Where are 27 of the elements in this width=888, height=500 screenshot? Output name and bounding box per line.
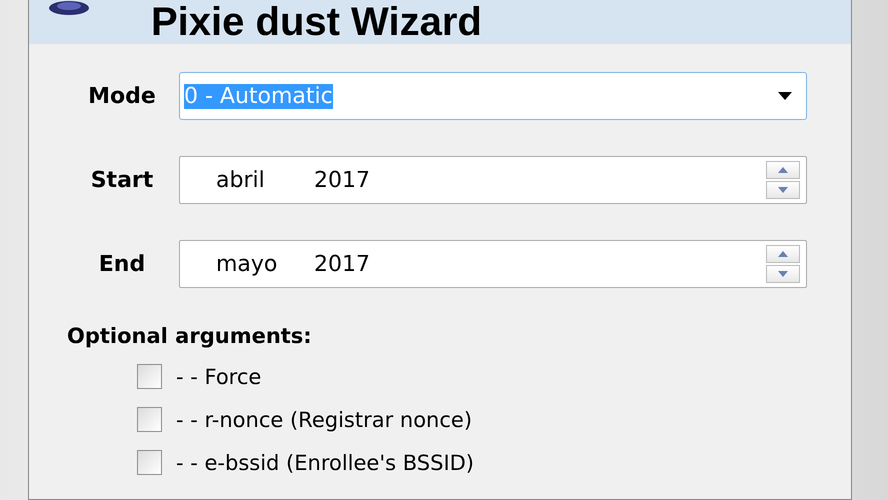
section-heading: Optional arguments: xyxy=(67,324,313,348)
date-spinner[interactable]: abril 2017 xyxy=(179,156,807,204)
dropdown-value: 0 - Automatic xyxy=(184,84,333,108)
month-value: mayo xyxy=(216,252,278,276)
year-value: 2017 xyxy=(314,168,371,192)
checkbox[interactable] xyxy=(137,450,162,475)
up-arrow-icon xyxy=(778,251,788,257)
checkbox-label: - - Force xyxy=(176,364,262,388)
spin-up-button[interactable] xyxy=(766,245,800,263)
spin-down-button[interactable] xyxy=(766,265,800,283)
field-label: End xyxy=(98,252,146,276)
field-label: Start xyxy=(90,168,154,192)
spin-up-button[interactable] xyxy=(766,161,800,179)
caret-icon xyxy=(778,92,792,100)
date-spinner[interactable]: mayo 2017 xyxy=(179,240,807,288)
down-arrow-icon xyxy=(778,271,788,277)
checkbox[interactable] xyxy=(137,364,162,389)
checkbox-label: - - r-nonce (Registrar nonce) xyxy=(176,408,472,432)
checkbox[interactable] xyxy=(137,407,162,432)
down-arrow-icon xyxy=(778,187,788,193)
checkbox-label: - - e-bssid (Enrollee's BSSID) xyxy=(176,450,474,474)
spin-down-button[interactable] xyxy=(766,181,800,199)
field-label: Mode xyxy=(87,84,157,108)
month-value: abril xyxy=(216,168,266,192)
year-value: 2017 xyxy=(314,252,371,276)
up-arrow-icon xyxy=(778,167,788,173)
window-title: Pixie dust Wizard xyxy=(151,0,482,44)
